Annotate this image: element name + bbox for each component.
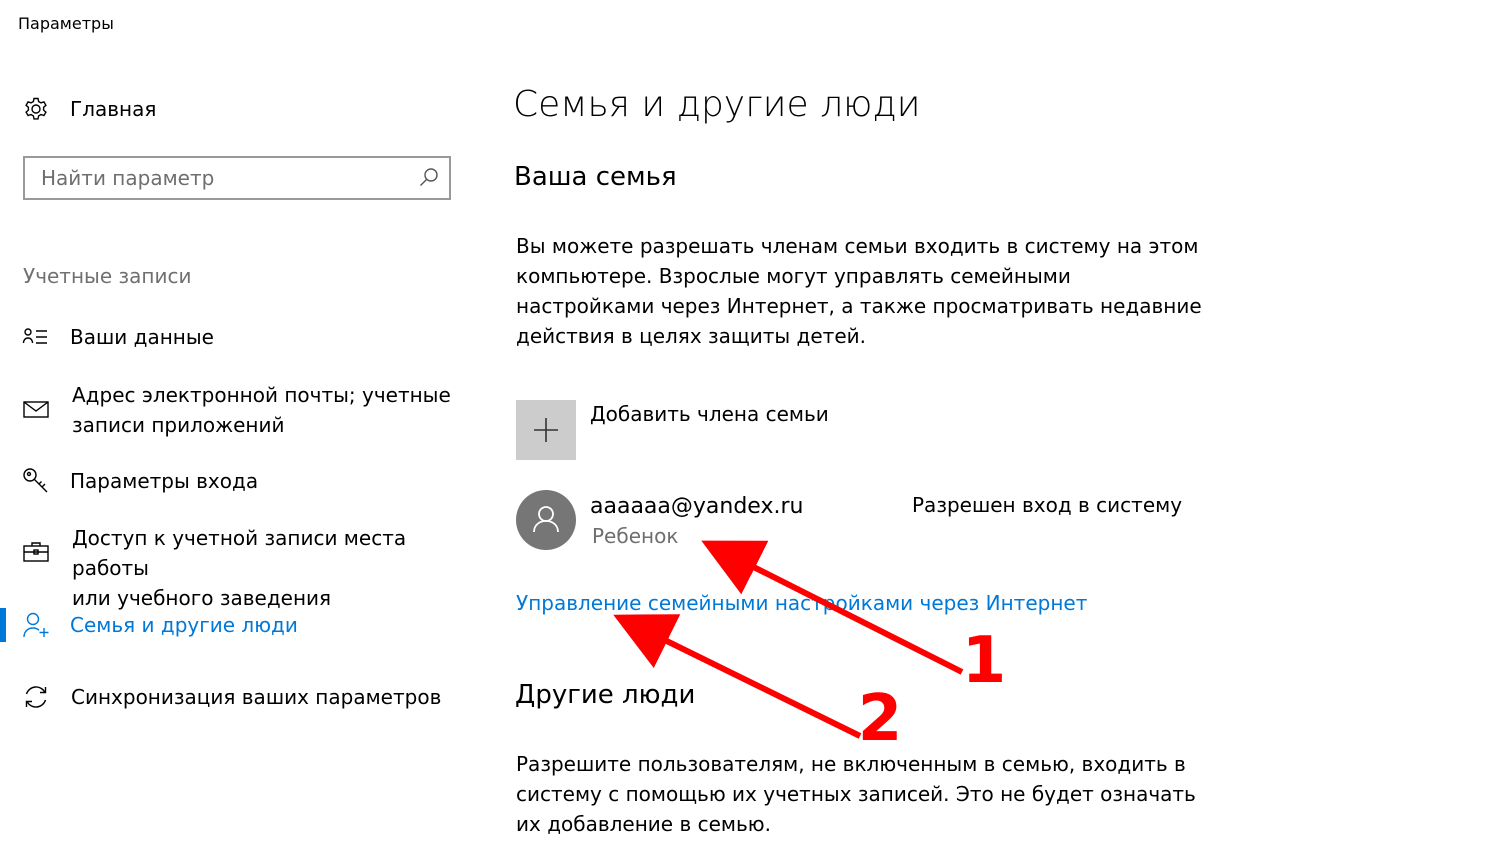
sidebar-item-label: Семья и другие люди bbox=[70, 613, 298, 637]
home-label: Главная bbox=[70, 97, 157, 121]
account-role: Ребенок bbox=[592, 524, 679, 548]
search-input[interactable] bbox=[41, 158, 411, 198]
sidebar-item-email-accounts[interactable]: Адрес электронной почты; учетные записи … bbox=[0, 380, 480, 440]
other-people-heading: Другие люди bbox=[515, 680, 696, 710]
sidebar-item-sign-in-options[interactable]: Параметры входа bbox=[0, 466, 480, 496]
sidebar-item-label: Параметры входа bbox=[70, 469, 259, 493]
search-icon[interactable] bbox=[417, 166, 441, 190]
annotation-marker-2: 2 bbox=[858, 682, 903, 756]
page-title: Семья и другие люди bbox=[513, 84, 921, 125]
sidebar-item-label: Ваши данные bbox=[70, 325, 214, 349]
search-box bbox=[23, 156, 451, 200]
add-person-icon bbox=[22, 611, 50, 639]
family-description: Вы можете разрешать членам семьи входить… bbox=[516, 234, 1202, 348]
sidebar-item-work-school[interactable]: Доступ к учетной записи места работы или… bbox=[0, 523, 480, 610]
contact-card-icon bbox=[22, 323, 50, 351]
sidebar-item-sync[interactable]: Синхронизация ваших параметров bbox=[0, 682, 480, 712]
manage-family-settings-link[interactable]: Управление семейными настройками через И… bbox=[516, 591, 1087, 615]
home-button[interactable]: Главная bbox=[22, 94, 156, 124]
window-title: Параметры bbox=[18, 14, 114, 33]
sidebar-item-your-info[interactable]: Ваши данные bbox=[0, 322, 480, 352]
annotation-marker-1: 1 bbox=[962, 624, 1007, 698]
account-email: aaaaaa@yandex.ru bbox=[590, 494, 804, 519]
person-icon bbox=[533, 506, 559, 533]
family-heading: Ваша семья bbox=[514, 162, 677, 192]
sidebar-item-family[interactable]: Семья и другие люди bbox=[0, 608, 480, 642]
sidebar-item-label: Доступ к учетной записи места работы или… bbox=[72, 526, 407, 610]
annotation-arrow-2 bbox=[613, 614, 862, 739]
add-family-member-label[interactable]: Добавить члена семьи bbox=[590, 402, 829, 426]
section-label-accounts: Учетные записи bbox=[23, 264, 192, 288]
sync-icon bbox=[22, 683, 50, 711]
other-people-description: Разрешите пользователям, не включенным в… bbox=[516, 752, 1196, 836]
sidebar-item-label: Адрес электронной почты; учетные записи … bbox=[72, 383, 451, 437]
gear-icon bbox=[22, 95, 50, 123]
key-icon bbox=[22, 467, 50, 495]
sidebar-item-label: Синхронизация ваших параметров bbox=[71, 685, 442, 709]
account-status: Разрешен вход в систему bbox=[912, 493, 1183, 517]
avatar[interactable] bbox=[516, 490, 576, 550]
add-family-member-button[interactable] bbox=[516, 400, 576, 460]
active-indicator bbox=[0, 608, 6, 642]
mail-icon bbox=[22, 395, 50, 423]
plus-icon bbox=[534, 418, 558, 442]
briefcase-icon bbox=[22, 538, 50, 566]
